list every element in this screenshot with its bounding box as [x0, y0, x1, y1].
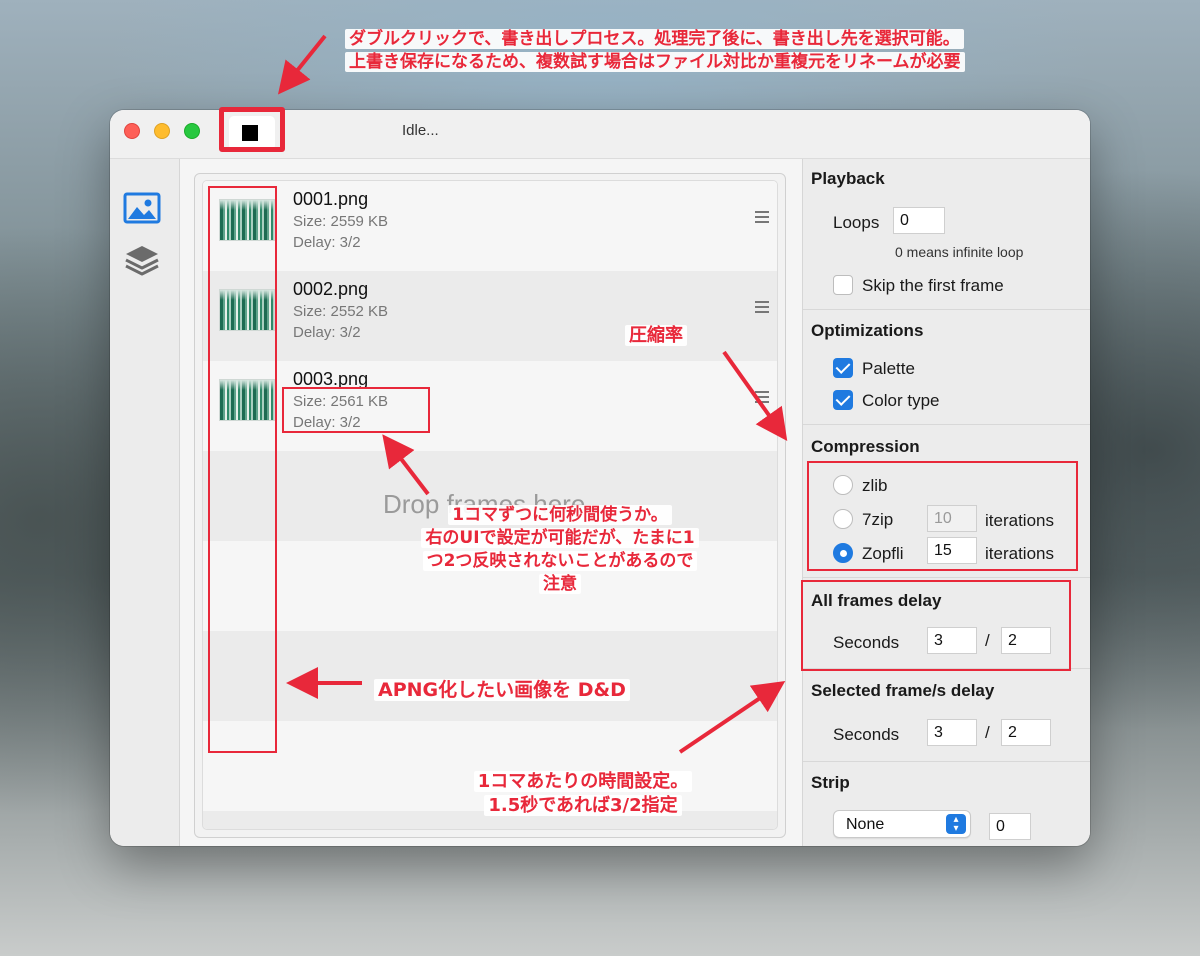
- minimize-window-button[interactable]: [154, 123, 170, 139]
- strip-select-value: None: [846, 816, 885, 833]
- sidebar-item-frames[interactable]: [122, 191, 162, 225]
- frame-name: 0001.png: [293, 189, 369, 209]
- delay-note-line4: 注意: [539, 573, 581, 594]
- color-type-label: Color type: [862, 391, 940, 410]
- selected-delay-separator: /: [985, 723, 990, 742]
- delay-note: 1コマずつに何秒間使うか。 右のUIで設定が可能だが、たまに1 つ2つ反映されな…: [380, 504, 740, 596]
- sidebar: [110, 159, 180, 846]
- time-note-line1: 1コマあたりの時間設定。: [473, 771, 693, 792]
- empty-row: [203, 631, 777, 721]
- all-frames-delay-highlight: [801, 580, 1071, 671]
- strip-title: Strip: [811, 773, 850, 792]
- frame-info-highlight: [282, 387, 430, 433]
- export-button-highlight: [219, 107, 285, 152]
- drag-handle-icon[interactable]: [755, 391, 769, 403]
- divider: [803, 424, 1090, 425]
- divider: [803, 309, 1090, 310]
- time-note-line2: 1.5秒であれば3/2指定: [484, 795, 682, 817]
- chevron-up-down-icon: ▴ ▾: [946, 814, 966, 834]
- palette-checkbox[interactable]: [833, 358, 853, 378]
- frame-row[interactable]: 0002.png Size: 2552 KB Delay: 3/2: [203, 271, 777, 361]
- loops-input[interactable]: [893, 207, 945, 234]
- compression-highlight: [807, 461, 1078, 571]
- palette-label: Palette: [862, 359, 915, 378]
- strip-select[interactable]: None ▴ ▾: [833, 810, 971, 838]
- frame-size: Size: 2552 KB: [293, 303, 389, 320]
- compression-title: Compression: [811, 437, 920, 456]
- loops-hint: 0 means infinite loop: [895, 244, 1024, 260]
- time-setting-note: 1コマあたりの時間設定。 1.5秒であれば3/2指定: [452, 770, 714, 819]
- selected-delay-denominator-input[interactable]: [1001, 719, 1051, 746]
- frame-delay: Delay: 3/2: [293, 234, 361, 251]
- zoom-window-button[interactable]: [184, 123, 200, 139]
- divider: [803, 577, 1090, 578]
- image-icon: [123, 192, 161, 224]
- sidebar-item-layers[interactable]: [122, 243, 162, 277]
- selected-frames-delay-title: Selected frame/s delay: [811, 681, 995, 700]
- skip-first-frame-label: Skip the first frame: [862, 276, 1004, 295]
- compression-rate-text: 圧縮率: [625, 325, 687, 346]
- divider: [803, 761, 1090, 762]
- close-window-button[interactable]: [124, 123, 140, 139]
- loops-label: Loops: [833, 213, 880, 232]
- arrow-to-export-button: [277, 34, 327, 95]
- export-note: ダブルクリックで、書き出しプロセス。処理完了後に、書き出し先を選択可能。 上書き…: [345, 28, 965, 74]
- strip-value-input[interactable]: [989, 813, 1031, 840]
- delay-note-line3: つ2つ反映されないことがあるので: [422, 550, 698, 571]
- thumbnail-column-highlight: [208, 186, 277, 753]
- export-note-line1: ダブルクリックで、書き出しプロセス。処理完了後に、書き出し先を選択可能。: [345, 29, 964, 49]
- dnd-note-text: APNG化したい画像を D&D: [374, 679, 630, 701]
- frame-name: 0002.png: [293, 279, 369, 299]
- frame-row[interactable]: 0001.png Size: 2559 KB Delay: 3/2: [203, 181, 777, 271]
- delay-note-line1: 1コマずつに何秒間使うか。: [448, 505, 672, 525]
- frame-size: Size: 2559 KB: [293, 213, 389, 230]
- skip-first-frame-checkbox[interactable]: [833, 275, 853, 295]
- selected-delay-seconds-label: Seconds: [833, 725, 900, 744]
- delay-note-line2: 右のUIで設定が可能だが、たまに1: [421, 527, 699, 548]
- color-type-checkbox[interactable]: [833, 390, 853, 410]
- drag-handle-icon[interactable]: [755, 301, 769, 313]
- drag-handle-icon[interactable]: [755, 211, 769, 223]
- export-note-line2: 上書き保存になるため、複数試す場合はファイル対比か重複元をリネームが必要: [345, 51, 965, 72]
- layers-icon: [125, 246, 159, 276]
- status-text: Idle...: [402, 122, 439, 139]
- compression-rate-note: 圧縮率: [625, 324, 687, 348]
- frame-delay: Delay: 3/2: [293, 324, 361, 341]
- playback-title: Playback: [811, 169, 885, 188]
- dnd-note: APNG化したい画像を D&D: [374, 678, 630, 704]
- selected-delay-numerator-input[interactable]: [927, 719, 977, 746]
- optimizations-title: Optimizations: [811, 321, 924, 340]
